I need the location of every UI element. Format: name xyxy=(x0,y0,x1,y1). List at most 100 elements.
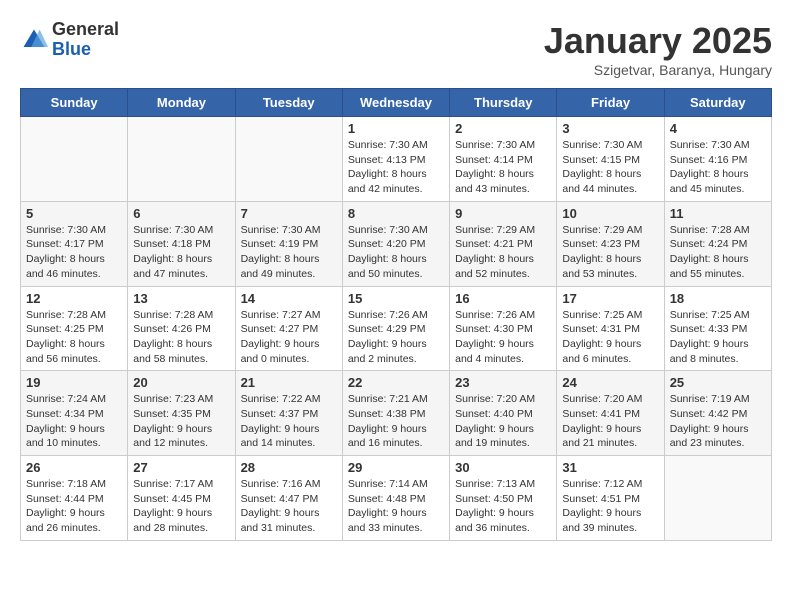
day-number: 16 xyxy=(455,291,551,306)
day-info: Sunrise: 7:17 AM Sunset: 4:45 PM Dayligh… xyxy=(133,477,229,536)
calendar-cell: 6 Sunrise: 7:30 AM Sunset: 4:18 PM Daylig… xyxy=(128,201,235,286)
day-info: Sunrise: 7:29 AM Sunset: 4:23 PM Dayligh… xyxy=(562,223,658,282)
calendar-cell: 7Sunrise: 7:30 AM Sunset: 4:19 PM Daylig… xyxy=(235,201,342,286)
calendar-cell: 1 Sunrise: 7:30 AM Sunset: 4:13 PM Daylig… xyxy=(342,117,449,202)
weekday-header: Wednesday xyxy=(342,89,449,117)
weekday-header: Monday xyxy=(128,89,235,117)
calendar-cell xyxy=(128,117,235,202)
calendar-week: 26Sunrise: 7:18 AM Sunset: 4:44 PM Dayli… xyxy=(21,456,772,541)
day-info: Sunrise: 7:30 AM Sunset: 4:18 PM Dayligh… xyxy=(133,223,229,282)
weekday-header: Thursday xyxy=(450,89,557,117)
day-info: Sunrise: 7:25 AM Sunset: 4:31 PM Dayligh… xyxy=(562,308,658,367)
calendar-cell: 17 Sunrise: 7:25 AM Sunset: 4:31 PM Dayli… xyxy=(557,286,664,371)
calendar-cell: 20 Sunrise: 7:23 AM Sunset: 4:35 PM Dayli… xyxy=(128,371,235,456)
day-info: Sunrise: 7:30 AM Sunset: 4:15 PM Dayligh… xyxy=(562,138,658,197)
day-number: 23 xyxy=(455,375,551,390)
day-info: Sunrise: 7:30 AM Sunset: 4:14 PM Dayligh… xyxy=(455,138,551,197)
day-info: Sunrise: 7:26 AM Sunset: 4:29 PM Dayligh… xyxy=(348,308,444,367)
weekday-header: Tuesday xyxy=(235,89,342,117)
day-info: Sunrise: 7:16 AM Sunset: 4:47 PM Dayligh… xyxy=(241,477,337,536)
day-number: 21 xyxy=(241,375,337,390)
calendar-cell xyxy=(235,117,342,202)
calendar-cell: 10Sunrise: 7:29 AM Sunset: 4:23 PM Dayli… xyxy=(557,201,664,286)
calendar-cell: 13 Sunrise: 7:28 AM Sunset: 4:26 PM Dayli… xyxy=(128,286,235,371)
weekday-row: SundayMondayTuesdayWednesdayThursdayFrid… xyxy=(21,89,772,117)
day-number: 17 xyxy=(562,291,658,306)
calendar-cell: 22Sunrise: 7:21 AM Sunset: 4:38 PM Dayli… xyxy=(342,371,449,456)
weekday-header: Sunday xyxy=(21,89,128,117)
calendar-cell: 23 Sunrise: 7:20 AM Sunset: 4:40 PM Dayli… xyxy=(450,371,557,456)
calendar-cell: 15 Sunrise: 7:26 AM Sunset: 4:29 PM Dayli… xyxy=(342,286,449,371)
month-title: January 2025 xyxy=(544,20,772,62)
day-number: 8 xyxy=(348,206,444,221)
day-number: 28 xyxy=(241,460,337,475)
day-number: 29 xyxy=(348,460,444,475)
calendar-body: 1 Sunrise: 7:30 AM Sunset: 4:13 PM Daylig… xyxy=(21,117,772,541)
day-info: Sunrise: 7:20 AM Sunset: 4:40 PM Dayligh… xyxy=(455,392,551,451)
calendar-cell: 26Sunrise: 7:18 AM Sunset: 4:44 PM Dayli… xyxy=(21,456,128,541)
location: Szigetvar, Baranya, Hungary xyxy=(544,62,772,78)
day-number: 4 xyxy=(670,121,766,136)
calendar-cell: 12 Sunrise: 7:28 AM Sunset: 4:25 PM Dayli… xyxy=(21,286,128,371)
day-number: 2 xyxy=(455,121,551,136)
day-number: 12 xyxy=(26,291,122,306)
day-number: 31 xyxy=(562,460,658,475)
day-number: 9 xyxy=(455,206,551,221)
day-info: Sunrise: 7:21 AM Sunset: 4:38 PM Dayligh… xyxy=(348,392,444,451)
day-info: Sunrise: 7:19 AM Sunset: 4:42 PM Dayligh… xyxy=(670,392,766,451)
calendar-cell xyxy=(664,456,771,541)
logo-line1: General xyxy=(52,20,119,40)
calendar-cell: 30 Sunrise: 7:13 AM Sunset: 4:50 PM Dayli… xyxy=(450,456,557,541)
day-info: Sunrise: 7:30 AM Sunset: 4:17 PM Dayligh… xyxy=(26,223,122,282)
logo-text: General Blue xyxy=(52,20,119,60)
calendar-week: 5 Sunrise: 7:30 AM Sunset: 4:17 PM Daylig… xyxy=(21,201,772,286)
title-block: January 2025 Szigetvar, Baranya, Hungary xyxy=(544,20,772,78)
day-info: Sunrise: 7:30 AM Sunset: 4:13 PM Dayligh… xyxy=(348,138,444,197)
day-info: Sunrise: 7:14 AM Sunset: 4:48 PM Dayligh… xyxy=(348,477,444,536)
calendar-cell: 31 Sunrise: 7:12 AM Sunset: 4:51 PM Dayli… xyxy=(557,456,664,541)
calendar-cell: 2 Sunrise: 7:30 AM Sunset: 4:14 PM Daylig… xyxy=(450,117,557,202)
day-number: 30 xyxy=(455,460,551,475)
day-number: 3 xyxy=(562,121,658,136)
calendar: SundayMondayTuesdayWednesdayThursdayFrid… xyxy=(20,88,772,541)
day-info: Sunrise: 7:30 AM Sunset: 4:16 PM Dayligh… xyxy=(670,138,766,197)
calendar-cell: 14 Sunrise: 7:27 AM Sunset: 4:27 PM Dayli… xyxy=(235,286,342,371)
calendar-week: 1 Sunrise: 7:30 AM Sunset: 4:13 PM Daylig… xyxy=(21,117,772,202)
day-info: Sunrise: 7:28 AM Sunset: 4:26 PM Dayligh… xyxy=(133,308,229,367)
day-info: Sunrise: 7:20 AM Sunset: 4:41 PM Dayligh… xyxy=(562,392,658,451)
day-info: Sunrise: 7:27 AM Sunset: 4:27 PM Dayligh… xyxy=(241,308,337,367)
day-number: 6 xyxy=(133,206,229,221)
calendar-cell: 8Sunrise: 7:30 AM Sunset: 4:20 PM Daylig… xyxy=(342,201,449,286)
day-info: Sunrise: 7:13 AM Sunset: 4:50 PM Dayligh… xyxy=(455,477,551,536)
calendar-cell: 4 Sunrise: 7:30 AM Sunset: 4:16 PM Daylig… xyxy=(664,117,771,202)
day-info: Sunrise: 7:12 AM Sunset: 4:51 PM Dayligh… xyxy=(562,477,658,536)
day-number: 14 xyxy=(241,291,337,306)
day-info: Sunrise: 7:28 AM Sunset: 4:24 PM Dayligh… xyxy=(670,223,766,282)
day-info: Sunrise: 7:23 AM Sunset: 4:35 PM Dayligh… xyxy=(133,392,229,451)
day-info: Sunrise: 7:30 AM Sunset: 4:19 PM Dayligh… xyxy=(241,223,337,282)
calendar-cell: 21Sunrise: 7:22 AM Sunset: 4:37 PM Dayli… xyxy=(235,371,342,456)
logo-icon xyxy=(20,26,48,54)
calendar-week: 19 Sunrise: 7:24 AM Sunset: 4:34 PM Dayli… xyxy=(21,371,772,456)
day-number: 5 xyxy=(26,206,122,221)
calendar-cell: 28 Sunrise: 7:16 AM Sunset: 4:47 PM Dayli… xyxy=(235,456,342,541)
day-info: Sunrise: 7:24 AM Sunset: 4:34 PM Dayligh… xyxy=(26,392,122,451)
day-number: 25 xyxy=(670,375,766,390)
weekday-header: Friday xyxy=(557,89,664,117)
day-number: 1 xyxy=(348,121,444,136)
day-number: 11 xyxy=(670,206,766,221)
logo: General Blue xyxy=(20,20,119,60)
calendar-cell: 24Sunrise: 7:20 AM Sunset: 4:41 PM Dayli… xyxy=(557,371,664,456)
page-header: General Blue January 2025 Szigetvar, Bar… xyxy=(20,20,772,78)
day-number: 15 xyxy=(348,291,444,306)
day-info: Sunrise: 7:28 AM Sunset: 4:25 PM Dayligh… xyxy=(26,308,122,367)
day-number: 19 xyxy=(26,375,122,390)
calendar-cell: 3 Sunrise: 7:30 AM Sunset: 4:15 PM Daylig… xyxy=(557,117,664,202)
day-number: 13 xyxy=(133,291,229,306)
day-number: 20 xyxy=(133,375,229,390)
day-info: Sunrise: 7:29 AM Sunset: 4:21 PM Dayligh… xyxy=(455,223,551,282)
calendar-cell: 19 Sunrise: 7:24 AM Sunset: 4:34 PM Dayli… xyxy=(21,371,128,456)
calendar-cell: 18Sunrise: 7:25 AM Sunset: 4:33 PM Dayli… xyxy=(664,286,771,371)
calendar-cell xyxy=(21,117,128,202)
calendar-cell: 27Sunrise: 7:17 AM Sunset: 4:45 PM Dayli… xyxy=(128,456,235,541)
